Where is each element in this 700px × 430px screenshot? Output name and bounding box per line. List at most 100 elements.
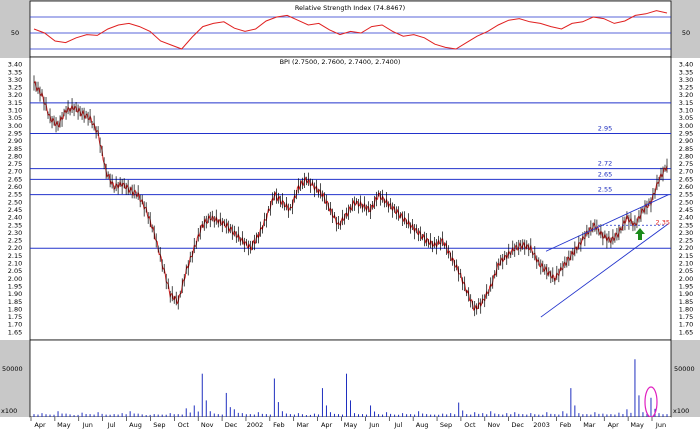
x-tick-label: Sep <box>153 421 165 429</box>
price-tick-label-right: 3.20 <box>679 91 693 99</box>
price-tick-label-right: 3.30 <box>679 76 693 84</box>
x-tick-label: Dec <box>225 421 238 429</box>
price-tick-label-right: 3.35 <box>679 68 693 76</box>
price-tick-label-left: 3.40 <box>8 61 22 69</box>
price-tick-label-right: 3.40 <box>679 61 693 69</box>
volume-tick-label-left: 50000 <box>2 365 23 373</box>
rsi-panel: Relative Strength Index (74.8467) 50 50 <box>0 0 700 58</box>
price-tick-label-left: 2.90 <box>8 137 22 145</box>
x-tick-label: May <box>57 421 71 429</box>
x-tick-label: Feb <box>273 421 285 429</box>
price-tick-label-right: 2.30 <box>679 229 693 237</box>
price-tick-label-left: 2.05 <box>8 267 22 275</box>
x-tick-label: Apr <box>608 421 620 429</box>
rsi-tick-label-right: 50 <box>682 29 690 37</box>
price-tick-label-left: 2.70 <box>8 168 22 176</box>
price-tick-label-left: 2.85 <box>8 145 22 153</box>
price-tick-label-right: 2.50 <box>679 198 693 206</box>
annotation-label: 2.35 <box>656 218 670 226</box>
price-tick-label-left: 3.30 <box>8 76 22 84</box>
price-tick-label-left: 2.35 <box>8 221 22 229</box>
price-tick-label-left: 2.20 <box>8 244 22 252</box>
x-tick-label: Sep <box>440 421 452 429</box>
volume-unit-label-left: x100 <box>1 407 17 415</box>
price-tick-label-right: 2.05 <box>679 267 693 275</box>
price-tick-label-right: 3.05 <box>679 114 693 122</box>
price-tick-label-right: 2.40 <box>679 214 693 222</box>
price-tick-label-left: 1.75 <box>8 313 22 321</box>
price-tick-label-left: 3.10 <box>8 107 22 115</box>
price-tick-label-left: 2.00 <box>8 275 22 283</box>
x-tick-label: May <box>344 421 358 429</box>
x-tick-label: Jul <box>393 421 402 429</box>
x-tick-label: Nov <box>487 421 500 429</box>
price-tick-label-right: 2.35 <box>679 221 693 229</box>
price-tick-label-right: 2.45 <box>679 206 693 214</box>
price-tick-label-right: 1.65 <box>679 328 693 336</box>
x-tick-label: Aug <box>129 421 142 429</box>
price-tick-label-left: 2.25 <box>8 237 22 245</box>
price-tick-label-left: 3.00 <box>8 122 22 130</box>
price-tick-label-right: 2.15 <box>679 252 693 260</box>
price-tick-label-left: 1.90 <box>8 290 22 298</box>
price-tick-label-left: 2.95 <box>8 129 22 137</box>
volume-tick-label-right: 50000 <box>674 365 695 373</box>
volume-left-strip <box>0 340 30 417</box>
x-tick-label: Mar <box>583 421 596 429</box>
price-tick-label-left: 3.25 <box>8 84 22 92</box>
price-tick-label-right: 2.25 <box>679 237 693 245</box>
level-label: 2.55 <box>598 186 612 194</box>
price-tick-label-right: 2.60 <box>679 183 693 191</box>
price-tick-label-left: 2.65 <box>8 175 22 183</box>
price-tick-label-right: 3.25 <box>679 84 693 92</box>
x-tick-label: 2002 <box>247 421 264 429</box>
price-plot-area <box>29 56 672 341</box>
price-tick-label-left: 1.80 <box>8 305 22 313</box>
price-y-ticks-right: 1.651.701.751.801.851.901.952.002.052.10… <box>679 61 693 337</box>
price-tick-label-right: 2.80 <box>679 152 693 160</box>
price-tick-label-left: 3.20 <box>8 91 22 99</box>
price-tick-label-left: 2.45 <box>8 206 22 214</box>
x-tick-label: Mar <box>297 421 310 429</box>
price-tick-label-right: 3.15 <box>679 99 693 107</box>
price-tick-label-right: 2.65 <box>679 175 693 183</box>
price-tick-label-right: 1.95 <box>679 282 693 290</box>
x-tick-label: Dec <box>511 421 524 429</box>
x-tick-label: Feb <box>560 421 572 429</box>
level-label: 2.65 <box>598 170 612 178</box>
price-tick-label-left: 2.30 <box>8 229 22 237</box>
price-tick-label-right: 2.75 <box>679 160 693 168</box>
price-tick-label-left: 3.15 <box>8 99 22 107</box>
x-tick-label: Jun <box>655 421 666 429</box>
price-tick-label-right: 3.10 <box>679 107 693 115</box>
price-tick-label-right: 2.20 <box>679 244 693 252</box>
price-tick-label-left: 3.35 <box>8 68 22 76</box>
price-tick-label-left: 1.65 <box>8 328 22 336</box>
x-tick-label: Oct <box>178 421 190 429</box>
price-tick-label-right: 2.95 <box>679 129 693 137</box>
price-tick-label-right: 2.55 <box>679 191 693 199</box>
price-tick-label-left: 3.05 <box>8 114 22 122</box>
x-tick-label: Nov <box>201 421 214 429</box>
price-tick-label-left: 2.15 <box>8 252 22 260</box>
x-tick-label: Apr <box>34 421 46 429</box>
price-title: BPI (2.7500, 2.7600, 2.7400, 2.7400) <box>280 58 401 66</box>
price-tick-label-right: 2.00 <box>679 275 693 283</box>
price-panel: BPI (2.7500, 2.7600, 2.7400, 2.7400) 2.9… <box>8 56 693 341</box>
price-tick-label-left: 2.80 <box>8 152 22 160</box>
price-tick-label-right: 2.10 <box>679 260 693 268</box>
x-tick-label: Apr <box>321 421 333 429</box>
price-tick-label-right: 1.90 <box>679 290 693 298</box>
price-y-ticks-left: 1.651.701.751.801.851.901.952.002.052.10… <box>8 61 22 337</box>
level-label: 2.72 <box>598 160 612 168</box>
price-tick-label-left: 2.55 <box>8 191 22 199</box>
price-tick-label-left: 2.50 <box>8 198 22 206</box>
price-tick-label-right: 1.70 <box>679 321 693 329</box>
chart-window: Relative Strength Index (74.8467) 50 50 B… <box>0 0 700 430</box>
rsi-title: Relative Strength Index (74.8467) <box>295 4 405 12</box>
price-tick-label-left: 2.40 <box>8 214 22 222</box>
price-tick-label-right: 1.85 <box>679 298 693 306</box>
price-tick-label-left: 1.95 <box>8 282 22 290</box>
volume-right-strip <box>671 340 700 417</box>
price-tick-label-right: 2.70 <box>679 168 693 176</box>
